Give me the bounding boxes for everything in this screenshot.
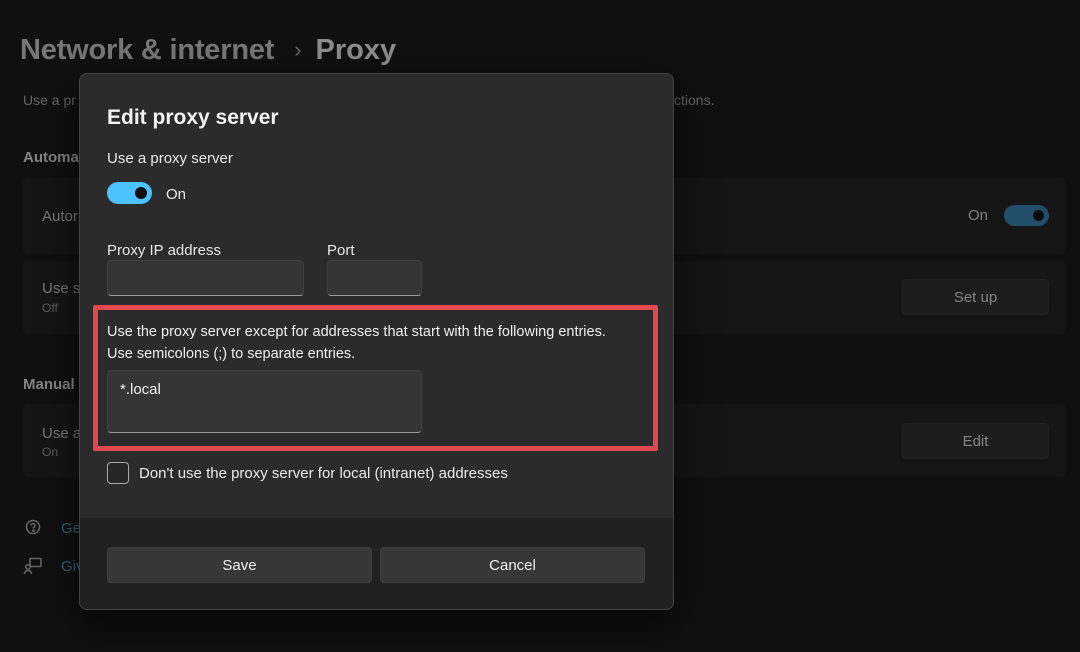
use-proxy-label: Use a proxy server bbox=[107, 150, 233, 167]
local-addresses-checkbox[interactable] bbox=[107, 462, 129, 484]
dialog-title: Edit proxy server bbox=[107, 106, 279, 129]
port-input[interactable] bbox=[327, 260, 422, 296]
toggle-state-label: On bbox=[166, 186, 187, 203]
edit-proxy-dialog: Edit proxy server Use a proxy server On … bbox=[79, 73, 674, 610]
exceptions-description-line2: Use semicolons (;) to separate entries. bbox=[107, 346, 356, 362]
dialog-footer: Save Cancel bbox=[80, 518, 673, 609]
save-button[interactable]: Save bbox=[107, 547, 372, 583]
toggle-knob bbox=[135, 187, 147, 199]
exceptions-description: Use the proxy server except for addresse… bbox=[107, 321, 652, 365]
exceptions-input[interactable]: *.local bbox=[107, 370, 422, 433]
cancel-button[interactable]: Cancel bbox=[380, 547, 645, 583]
exceptions-description-line1: Use the proxy server except for addresse… bbox=[107, 324, 606, 340]
port-label: Port bbox=[327, 242, 355, 259]
proxy-ip-input[interactable] bbox=[107, 260, 304, 296]
use-proxy-toggle[interactable] bbox=[107, 182, 152, 204]
local-addresses-label[interactable]: Don't use the proxy server for local (in… bbox=[139, 465, 508, 482]
proxy-ip-label: Proxy IP address bbox=[107, 242, 221, 259]
